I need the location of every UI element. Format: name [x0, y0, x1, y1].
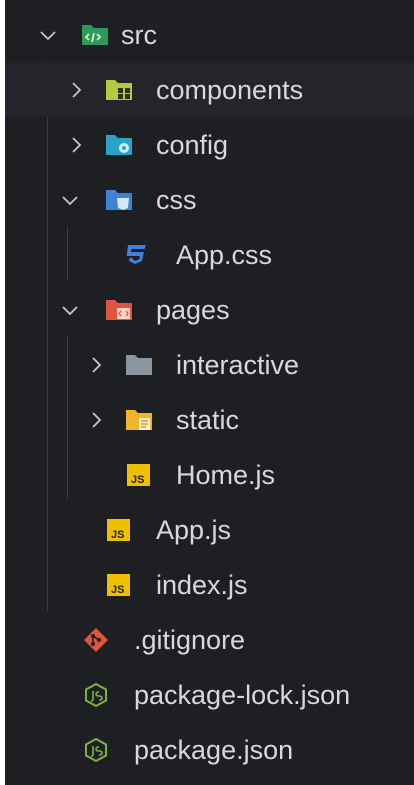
tree-item-interactive[interactable]: interactive: [5, 338, 414, 392]
tree-item-label: config: [156, 130, 229, 160]
folder-css-icon: [106, 190, 132, 210]
tree-item-config[interactable]: config: [5, 118, 414, 172]
js-file-icon: JS: [107, 519, 130, 541]
js-file-icon: JS: [107, 574, 130, 596]
file-explorer: src components config css App.css pages …: [5, 0, 414, 785]
tree-item-pages[interactable]: pages: [5, 283, 414, 337]
tree-item-components[interactable]: components: [5, 63, 414, 117]
tree-item-static[interactable]: static: [5, 393, 414, 447]
tree-item-css[interactable]: css: [5, 173, 414, 227]
chevron-right-icon: [72, 82, 82, 98]
tree-item-label: Home.js: [176, 460, 276, 490]
tree-item-label: index.js: [156, 570, 248, 600]
svg-text:JS: JS: [111, 529, 124, 541]
folder-static-icon: [126, 410, 152, 430]
nodejs-icon: [85, 737, 107, 763]
chevron-down-icon: [62, 196, 78, 206]
chevron-down-icon: [40, 31, 56, 41]
tree-item-label: pages: [156, 295, 230, 325]
tree-item-label: src: [121, 20, 157, 50]
chevron-right-icon: [72, 137, 82, 153]
chevron-right-icon: [92, 357, 102, 373]
folder-src-icon: [82, 25, 108, 45]
tree-item-label: App.css: [176, 240, 273, 270]
tree-item-label: package-lock.json: [134, 680, 351, 710]
tree-item-label: css: [156, 185, 197, 215]
git-icon: [84, 628, 108, 652]
folder-config-icon: [106, 135, 132, 155]
tree-item-src[interactable]: src: [5, 8, 414, 62]
tree-item-home-js[interactable]: JS Home.js: [5, 448, 414, 502]
nodejs-icon: [85, 682, 107, 708]
svg-text:JS: JS: [131, 474, 144, 486]
css-file-icon: [126, 245, 146, 264]
js-file-icon: JS: [127, 464, 150, 486]
tree-item-package-json[interactable]: package.json: [5, 723, 414, 777]
tree-item-index-js[interactable]: JS index.js: [5, 558, 414, 612]
folder-components-icon: [106, 80, 132, 100]
tree-item-app-js[interactable]: JS App.js: [5, 503, 414, 557]
tree-item-label: .gitignore: [134, 625, 246, 655]
folder-pages-icon: [106, 300, 132, 320]
chevron-down-icon: [62, 306, 78, 316]
tree-item-gitignore[interactable]: .gitignore: [5, 613, 414, 667]
tree-item-package-lock-json[interactable]: package-lock.json: [5, 668, 414, 722]
tree-item-label: components: [156, 75, 304, 105]
tree-item-label: App.js: [156, 515, 232, 545]
tree-item-label: interactive: [176, 350, 300, 380]
tree-item-label: package.json: [134, 735, 294, 765]
folder-icon: [126, 355, 152, 375]
svg-text:JS: JS: [111, 584, 124, 596]
tree-item-app-css[interactable]: App.css: [5, 228, 414, 282]
chevron-right-icon: [92, 412, 102, 428]
tree-item-label: static: [176, 405, 240, 435]
